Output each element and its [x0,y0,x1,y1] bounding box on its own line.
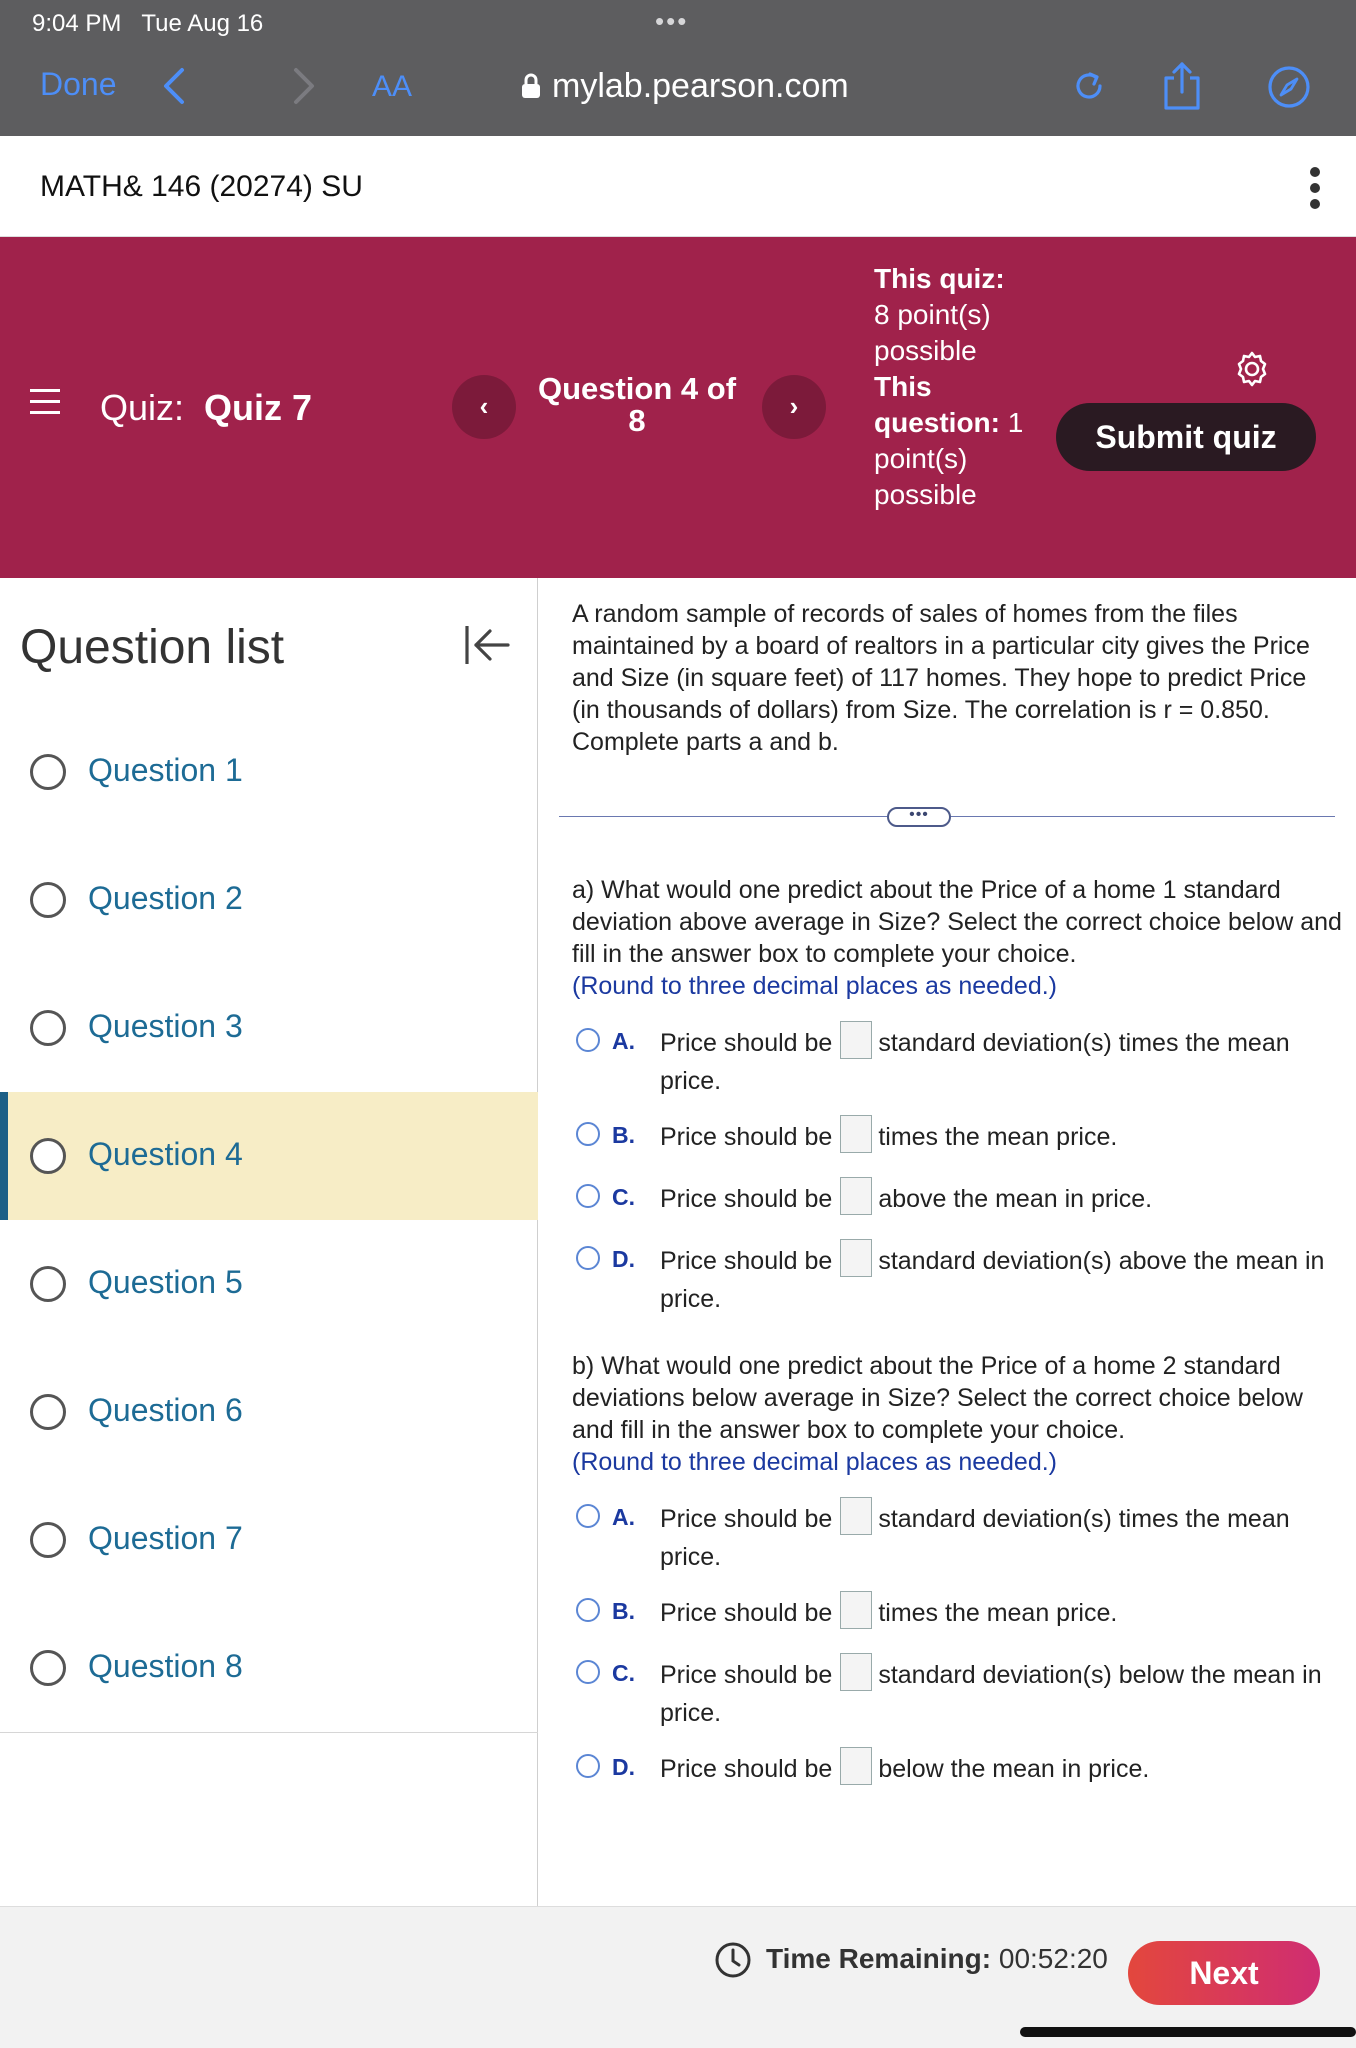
radio-button[interactable] [576,1122,600,1146]
status-circle-icon [30,1650,66,1686]
url-text: mylab.pearson.com [552,66,849,105]
compass-icon[interactable] [1266,64,1312,110]
course-title: MATH& 146 (20274) SU [40,170,363,203]
status-time: 9:04 PM Tue Aug 16 [32,10,264,37]
question-list-sidebar: Question list Question 1 Question 2 Ques… [0,578,538,1906]
address-bar[interactable]: mylab.pearson.com [520,64,849,108]
answer-input[interactable] [840,1021,873,1060]
question-list-item-1[interactable]: Question 1 [0,708,538,836]
reader-options-button[interactable]: AA [372,70,412,104]
status-circle-icon [30,882,66,918]
forward-icon[interactable] [288,64,320,108]
quiz-footer: Time Remaining: 00:52:20 Next [0,1906,1356,2048]
lock-icon [522,73,540,98]
question-list-item-7[interactable]: Question 7 [0,1476,538,1604]
radio-button[interactable] [576,1028,600,1052]
quiz-header: Quiz: Quiz 7 ‹ Question 4 of 8 › This qu… [0,237,1356,578]
question-counter: Question 4 of 8 [537,371,737,438]
divider [0,1732,538,1733]
next-button[interactable]: Next [1128,1941,1320,2005]
answer-input[interactable] [840,1591,873,1630]
status-circle-icon [30,1522,66,1558]
part-b-question: b) What would one predict about the Pric… [572,1350,1342,1478]
question-list-item-5[interactable]: Question 5 [0,1220,538,1348]
question-list-item-6[interactable]: Question 6 [0,1348,538,1476]
radio-button[interactable] [576,1598,600,1622]
question-list-item-8[interactable]: Question 8 [0,1604,538,1732]
previous-question-button[interactable]: ‹ [452,375,516,439]
answer-input[interactable] [840,1115,873,1154]
part-a-question: a) What would one predict about the Pric… [572,876,1342,1000]
rounding-note: (Round to three decimal places as needed… [572,1448,1058,1476]
status-circle-icon [30,1394,66,1430]
done-button[interactable]: Done [40,66,117,103]
radio-button[interactable] [576,1660,600,1684]
back-icon[interactable] [158,64,190,108]
share-icon[interactable] [1160,60,1204,112]
answer-input[interactable] [840,1239,873,1278]
radio-button[interactable] [576,1246,600,1270]
answer-input[interactable] [840,1747,873,1786]
more-options-icon[interactable] [1304,164,1326,212]
quiz-title: Quiz: Quiz 7 [100,387,313,428]
question-list-item-2[interactable]: Question 2 [0,836,538,964]
settings-gear-icon[interactable] [1232,349,1272,389]
answer-input[interactable] [840,1177,873,1216]
clock-icon [715,1942,751,1978]
answer-input[interactable] [840,1653,873,1692]
expand-more-button[interactable]: ••• [887,807,951,827]
status-circle-icon [30,1266,66,1302]
status-circle-icon [30,1138,66,1174]
multitask-dots-icon[interactable]: ••• [655,6,688,37]
status-circle-icon [30,754,66,790]
submit-quiz-button[interactable]: Submit quiz [1056,403,1316,471]
home-indicator [1020,2027,1356,2037]
radio-button[interactable] [576,1754,600,1778]
menu-icon[interactable] [30,389,60,417]
answer-input[interactable] [840,1497,873,1536]
question-list-title: Question list [20,621,285,674]
next-question-button[interactable]: › [762,375,826,439]
browser-chrome: 9:04 PM Tue Aug 16 ••• Done AA mylab.pea… [0,0,1356,136]
radio-button[interactable] [576,1184,600,1208]
reload-icon[interactable] [1070,66,1110,106]
collapse-sidebar-icon[interactable] [462,622,512,668]
time-remaining: Time Remaining: 00:52:20 [766,1943,1108,1974]
question-list-item-4[interactable]: Question 4 [0,1092,538,1220]
rounding-note: (Round to three decimal places as needed… [572,972,1058,1000]
status-circle-icon [30,1010,66,1046]
radio-button[interactable] [576,1504,600,1528]
points-info: This quiz: 8 point(s) possible This ques… [874,263,1024,510]
question-content: A random sample of records of sales of h… [539,578,1356,1906]
question-list-item-3[interactable]: Question 3 [0,964,538,1092]
course-bar: MATH& 146 (20274) SU [0,136,1356,237]
question-intro: A random sample of records of sales of h… [572,600,1310,756]
